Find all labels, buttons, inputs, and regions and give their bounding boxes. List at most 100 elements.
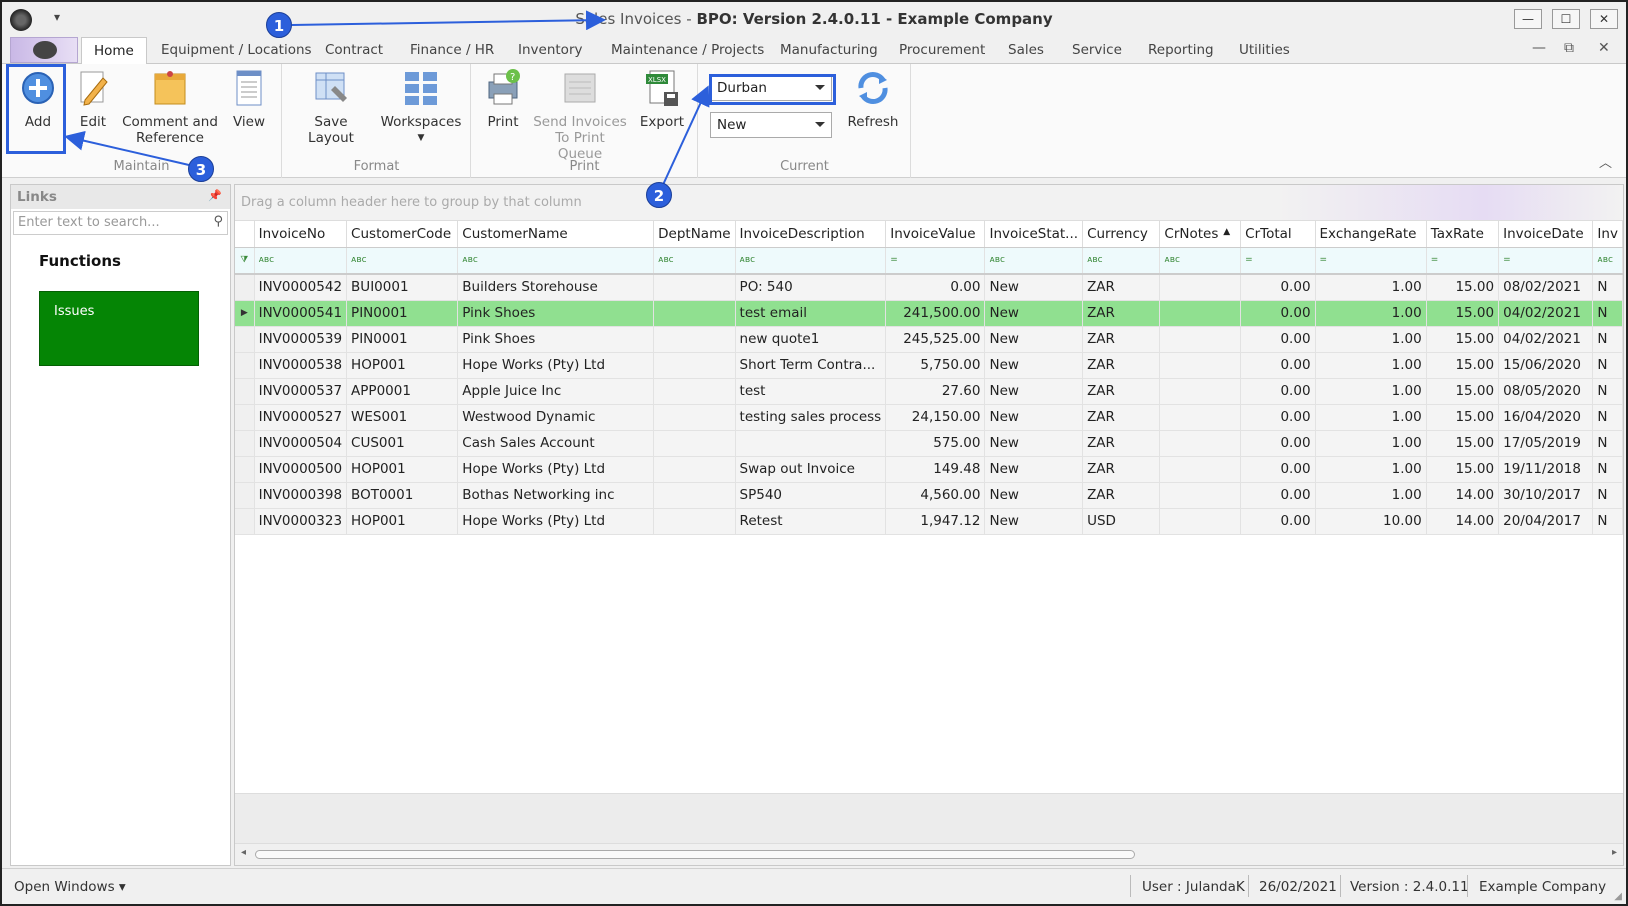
cell-inv[interactable]: N bbox=[1592, 508, 1623, 535]
cell-deptname[interactable] bbox=[653, 378, 736, 405]
filter-cell-customername[interactable]: ᴀʙᴄ bbox=[457, 247, 655, 275]
cell-crnotes[interactable] bbox=[1159, 508, 1242, 535]
save-layout-button[interactable]: Save Layout bbox=[291, 68, 371, 146]
table-row[interactable]: INV0000323 HOP001 Hope Works (Pty) Ltd Rete… bbox=[235, 508, 1623, 535]
mdi-minimize-icon[interactable]: — bbox=[1532, 40, 1546, 56]
workspaces-dropdown[interactable]: Workspaces ▼ bbox=[379, 68, 463, 146]
cell-customercode[interactable]: PIN0001 bbox=[346, 326, 459, 353]
scroll-left-icon[interactable]: ◂ bbox=[241, 847, 246, 858]
send-to-print-queue-button[interactable]: Send Invoices To Print Queue bbox=[532, 68, 628, 162]
cell-currency[interactable]: ZAR bbox=[1082, 456, 1161, 483]
cell-inv[interactable]: N bbox=[1592, 326, 1623, 353]
tab-utilities[interactable]: Utilities bbox=[1239, 42, 1290, 58]
cell-crtotal[interactable]: 0.00 bbox=[1240, 326, 1316, 353]
refresh-button[interactable]: Refresh bbox=[841, 68, 905, 130]
cell-inv[interactable]: N bbox=[1592, 430, 1623, 457]
cell-invoiceno[interactable]: INV0000539 bbox=[254, 326, 348, 353]
cell-customername[interactable]: Bothas Networking inc bbox=[457, 482, 655, 509]
row-indicator[interactable] bbox=[235, 404, 255, 431]
cell-deptname[interactable] bbox=[653, 508, 736, 535]
cell-inv[interactable]: N bbox=[1592, 482, 1623, 509]
filter-cell-inv[interactable]: ᴀʙᴄ bbox=[1592, 247, 1623, 275]
cell-invoicevalue[interactable]: 241,500.00 bbox=[885, 300, 986, 327]
cell-invoicedescription[interactable]: test email bbox=[735, 300, 887, 327]
column-header-invoicedescription[interactable]: InvoiceDescription bbox=[735, 221, 887, 248]
cell-invoicestatus[interactable]: New bbox=[984, 326, 1084, 353]
table-row[interactable]: ▶ INV0000541 PIN0001 Pink Shoes test email 24… bbox=[235, 300, 1623, 327]
horizontal-scrollbar[interactable]: ◂ ▸ bbox=[235, 843, 1623, 865]
cell-exchangerate[interactable]: 1.00 bbox=[1315, 352, 1427, 379]
table-row[interactable]: INV0000539 PIN0001 Pink Shoes new quote1 245… bbox=[235, 326, 1623, 353]
cell-invoicestatus[interactable]: New bbox=[984, 274, 1084, 301]
filter-cell-deptname[interactable]: ᴀʙᴄ bbox=[653, 247, 736, 275]
search-icon[interactable]: ⚲ bbox=[213, 214, 223, 229]
cell-invoicedate[interactable]: 30/10/2017 bbox=[1498, 482, 1594, 509]
table-row[interactable]: INV0000538 HOP001 Hope Works (Pty) Ltd Shor… bbox=[235, 352, 1623, 379]
cell-invoicevalue[interactable]: 24,150.00 bbox=[885, 404, 986, 431]
column-header-invoicestatus[interactable]: InvoiceStat... bbox=[984, 221, 1084, 248]
cell-invoiceno[interactable]: INV0000542 bbox=[254, 274, 348, 301]
cell-deptname[interactable] bbox=[653, 352, 736, 379]
cell-invoicevalue[interactable]: 149.48 bbox=[885, 456, 986, 483]
cell-currency[interactable]: ZAR bbox=[1082, 430, 1161, 457]
cell-invoicedescription[interactable]: PO: 540 bbox=[735, 274, 887, 301]
table-row[interactable]: INV0000537 APP0001 Apple Juice Inc test 27.6… bbox=[235, 378, 1623, 405]
open-windows-menu[interactable]: Open Windows ▾ bbox=[14, 879, 126, 895]
cell-taxrate[interactable]: 15.00 bbox=[1426, 404, 1500, 431]
cell-taxrate[interactable]: 15.00 bbox=[1426, 430, 1500, 457]
cell-invoicedate[interactable]: 04/02/2021 bbox=[1498, 326, 1594, 353]
column-header-taxrate[interactable]: TaxRate bbox=[1426, 221, 1500, 248]
cell-deptname[interactable] bbox=[653, 300, 736, 327]
tab-equipment-locations[interactable]: Equipment / Locations bbox=[161, 42, 312, 58]
horizontal-scroll-thumb[interactable] bbox=[255, 850, 1135, 859]
filter-cell-invoicedescription[interactable]: ᴀʙᴄ bbox=[735, 247, 887, 275]
cell-exchangerate[interactable]: 10.00 bbox=[1315, 508, 1427, 535]
cell-customername[interactable]: Hope Works (Pty) Ltd bbox=[457, 456, 655, 483]
filter-cell-invoicedate[interactable]: = bbox=[1498, 247, 1594, 275]
cell-invoicevalue[interactable]: 575.00 bbox=[885, 430, 986, 457]
column-header-inv[interactable]: Inv bbox=[1592, 221, 1623, 248]
cell-invoicevalue[interactable]: 27.60 bbox=[885, 378, 986, 405]
maximize-button[interactable]: ☐ bbox=[1552, 9, 1580, 29]
cell-crtotal[interactable]: 0.00 bbox=[1240, 300, 1316, 327]
collapse-ribbon-chevron-icon[interactable]: ︿ bbox=[1599, 152, 1612, 171]
cell-invoicestatus[interactable]: New bbox=[984, 352, 1084, 379]
scroll-right-icon[interactable]: ▸ bbox=[1612, 847, 1617, 858]
cell-customername[interactable]: Pink Shoes bbox=[457, 326, 655, 353]
cell-customername[interactable]: Hope Works (Pty) Ltd bbox=[457, 508, 655, 535]
cell-crtotal[interactable]: 0.00 bbox=[1240, 482, 1316, 509]
cell-invoicedescription[interactable]: test bbox=[735, 378, 887, 405]
cell-invoicedescription[interactable]: SP540 bbox=[735, 482, 887, 509]
cell-invoiceno[interactable]: INV0000537 bbox=[254, 378, 348, 405]
view-button[interactable]: View bbox=[226, 68, 272, 130]
close-button[interactable]: ✕ bbox=[1590, 9, 1618, 29]
row-indicator[interactable] bbox=[235, 508, 255, 535]
cell-crnotes[interactable] bbox=[1159, 300, 1242, 327]
cell-customercode[interactable]: CUS001 bbox=[346, 430, 459, 457]
column-header-crtotal[interactable]: CrTotal bbox=[1240, 221, 1316, 248]
tab-maintenance-projects[interactable]: Maintenance / Projects bbox=[611, 42, 764, 58]
row-indicator[interactable] bbox=[235, 456, 255, 483]
cell-taxrate[interactable]: 15.00 bbox=[1426, 300, 1500, 327]
cell-exchangerate[interactable]: 1.00 bbox=[1315, 482, 1427, 509]
cell-customername[interactable]: Hope Works (Pty) Ltd bbox=[457, 352, 655, 379]
cell-invoicestatus[interactable]: New bbox=[984, 456, 1084, 483]
cell-invoicedate[interactable]: 19/11/2018 bbox=[1498, 456, 1594, 483]
cell-inv[interactable]: N bbox=[1592, 300, 1623, 327]
filter-funnel-icon[interactable]: ⧩ bbox=[235, 247, 255, 275]
cell-inv[interactable]: N bbox=[1592, 352, 1623, 379]
pin-icon[interactable]: 📌 bbox=[208, 189, 222, 202]
filter-cell-exchangerate[interactable]: = bbox=[1315, 247, 1427, 275]
cell-invoicevalue[interactable]: 4,560.00 bbox=[885, 482, 986, 509]
column-header-crnotes[interactable]: CrNotes ▲ bbox=[1159, 221, 1242, 248]
tab-contract[interactable]: Contract bbox=[325, 42, 383, 58]
filter-cell-crnotes[interactable]: ᴀʙᴄ bbox=[1159, 247, 1242, 275]
cell-currency[interactable]: ZAR bbox=[1082, 352, 1161, 379]
mdi-restore-icon[interactable]: ⧉ bbox=[1564, 40, 1574, 56]
cell-taxrate[interactable]: 15.00 bbox=[1426, 352, 1500, 379]
filter-cell-customercode[interactable]: ᴀʙᴄ bbox=[346, 247, 459, 275]
cell-exchangerate[interactable]: 1.00 bbox=[1315, 378, 1427, 405]
cell-customercode[interactable]: BOT0001 bbox=[346, 482, 459, 509]
cell-crnotes[interactable] bbox=[1159, 352, 1242, 379]
cell-customername[interactable]: Builders Storehouse bbox=[457, 274, 655, 301]
